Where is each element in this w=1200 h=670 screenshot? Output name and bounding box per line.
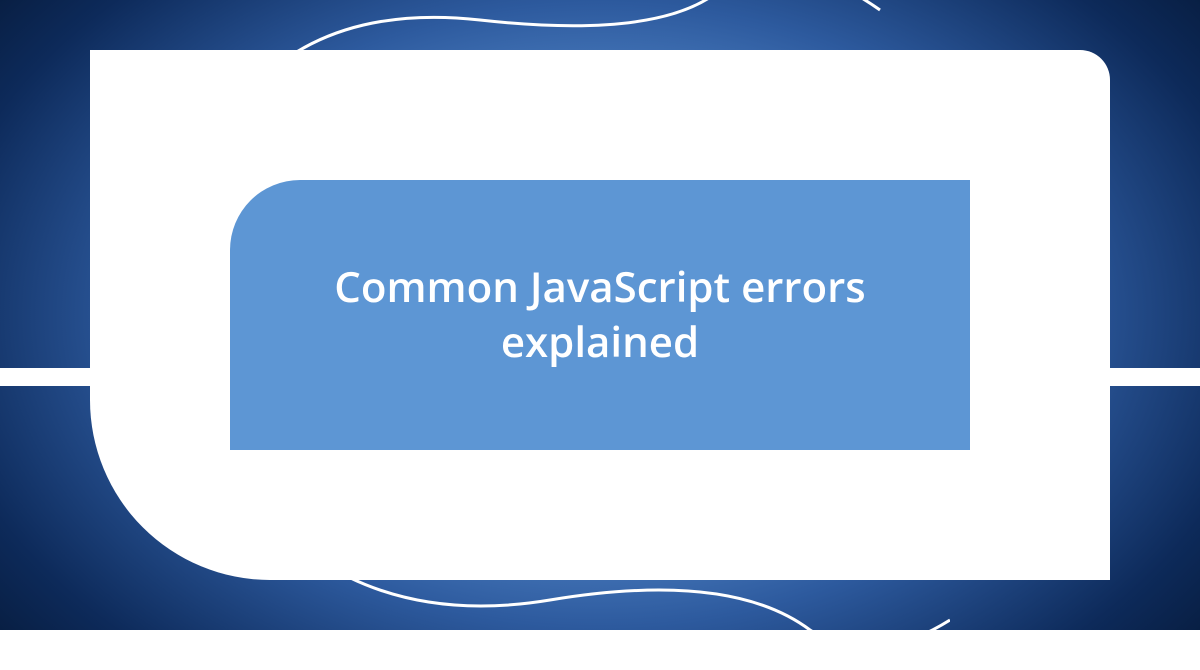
card-title: Common JavaScript errors explained <box>290 260 910 369</box>
title-container: Common JavaScript errors explained <box>230 180 970 450</box>
